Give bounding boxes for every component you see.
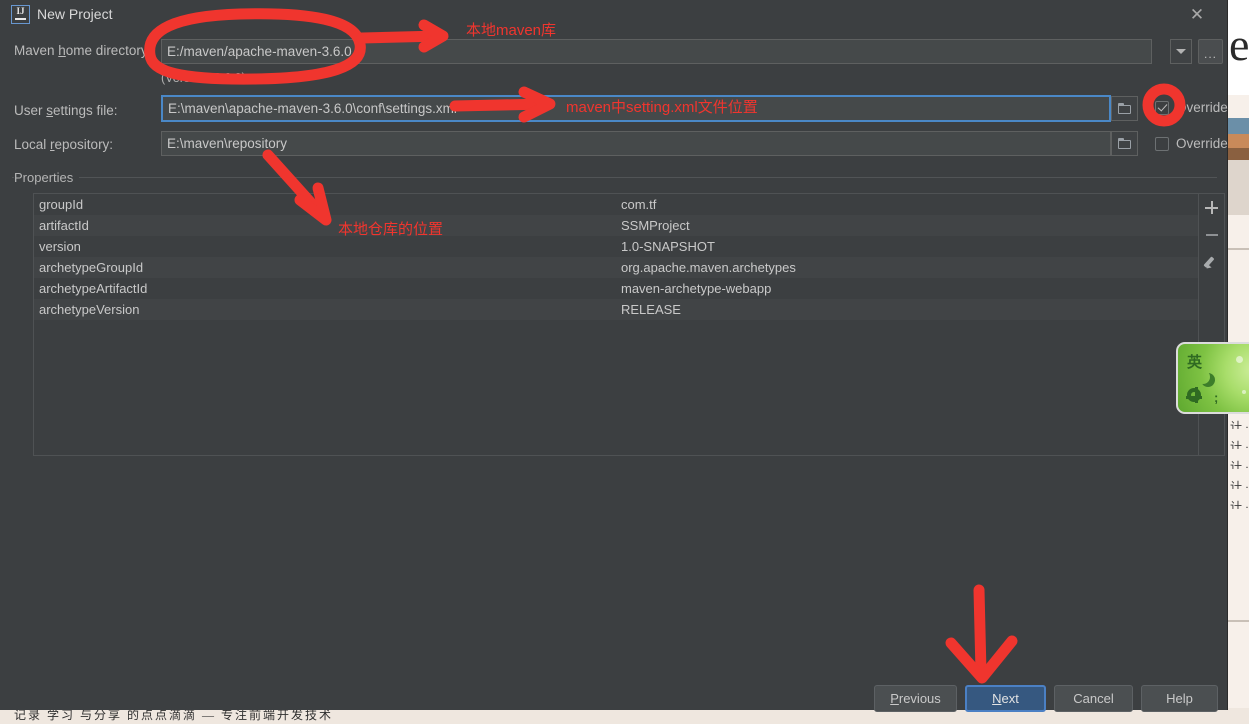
decor-droplet [1236, 356, 1243, 363]
checkbox-unchecked-icon [1155, 136, 1169, 151]
local-repository-override-checkbox[interactable]: Override [1155, 136, 1228, 151]
user-settings-label: User settings file: [14, 103, 118, 118]
properties-group-label: Properties [14, 170, 80, 185]
background-band [1228, 160, 1249, 215]
add-property-button[interactable] [1199, 194, 1224, 221]
local-repository-browse-button[interactable] [1111, 131, 1138, 156]
annotation-text-settings: maven中setting.xml文件位置 [566, 99, 758, 116]
background-letter: e [1229, 19, 1249, 70]
checkbox-checked-icon [1155, 100, 1169, 115]
maven-home-dropdown-button[interactable] [1170, 39, 1192, 64]
property-value: SSMProject [621, 218, 690, 233]
annotation-text-repository: 本地仓库的位置 [338, 221, 444, 238]
intellij-idea-icon: IJ [11, 5, 30, 24]
maven-home-input[interactable]: E:/maven/apache-maven-3.6.0 [161, 39, 1152, 64]
background-divider [1228, 248, 1249, 250]
next-button[interactable]: Next [965, 685, 1046, 712]
remove-property-button[interactable] [1199, 221, 1224, 248]
user-settings-override-checkbox[interactable]: Override [1155, 100, 1228, 115]
previous-button[interactable]: Previous [874, 685, 957, 712]
plus-icon [1205, 201, 1218, 214]
background-thumbnail [1228, 118, 1249, 160]
background-text-line: 计 · [1230, 500, 1248, 509]
local-repository-override-label: Override [1176, 136, 1228, 151]
property-key: version [39, 239, 81, 254]
dialog-title: New Project [37, 6, 113, 22]
table-row[interactable]: groupId com.tf [34, 194, 1198, 215]
property-value: RELEASE [621, 302, 681, 317]
edit-property-button[interactable] [1199, 248, 1224, 275]
property-value: maven-archetype-webapp [621, 281, 772, 296]
property-key: archetypeVersion [39, 302, 140, 317]
decor-droplet [1242, 390, 1246, 394]
annotation-text-maven-home: 本地maven库 [466, 22, 557, 39]
dialog-titlebar: IJ New Project ✕ [0, 0, 1227, 29]
background-text-line: 计 · [1230, 440, 1248, 449]
local-repository-label: Local repository: [14, 137, 114, 152]
properties-table-toolbar [1199, 193, 1225, 456]
background-divider [1228, 620, 1249, 622]
property-key: groupId [39, 197, 84, 212]
ime-semicolon-label: ; [1214, 390, 1219, 405]
table-row[interactable]: archetypeArtifactId maven-archetype-weba… [34, 278, 1198, 299]
properties-table[interactable]: groupId com.tf artifactId SSMProject ver… [33, 193, 1199, 456]
background-text-line: 计 · [1230, 460, 1248, 469]
ime-floating-widget[interactable]: 英 ; [1176, 342, 1249, 414]
user-settings-override-label: Override [1176, 100, 1228, 115]
minus-icon [1205, 233, 1218, 236]
table-row[interactable]: archetypeVersion RELEASE [34, 299, 1198, 320]
close-icon[interactable]: ✕ [1179, 0, 1215, 29]
folder-icon [1117, 103, 1132, 114]
user-settings-value: E:\maven\apache-maven-3.6.0\conf\setting… [168, 101, 457, 116]
user-settings-browse-button[interactable] [1111, 96, 1138, 121]
background-text-line: 计 · [1230, 420, 1248, 429]
cancel-button[interactable]: Cancel [1054, 685, 1133, 712]
table-row[interactable]: version 1.0-SNAPSHOT [34, 236, 1198, 257]
table-row[interactable]: archetypeGroupId org.apache.maven.archet… [34, 257, 1198, 278]
help-button[interactable]: Help [1141, 685, 1218, 712]
maven-home-value: E:/maven/apache-maven-3.6.0 [167, 44, 352, 59]
maven-version-note: (Version: 3.6.0) [161, 71, 246, 85]
property-value: org.apache.maven.archetypes [621, 260, 796, 275]
property-value: com.tf [621, 197, 657, 212]
moon-icon [1196, 370, 1210, 384]
maven-home-label: Maven home directory: [14, 43, 152, 58]
property-key: archetypeArtifactId [39, 281, 148, 296]
table-row[interactable]: artifactId SSMProject [34, 215, 1198, 236]
local-repository-value: E:\maven\repository [167, 136, 288, 151]
properties-group-divider [12, 177, 1217, 178]
local-repository-input[interactable]: E:\maven\repository [161, 131, 1111, 156]
ime-mode-label: 英 [1187, 353, 1203, 371]
background-text-line: 计 · [1230, 480, 1248, 489]
gear-icon[interactable] [1186, 387, 1202, 403]
property-key: archetypeGroupId [39, 260, 144, 275]
maven-home-browse-button[interactable]: ... [1198, 39, 1223, 64]
folder-icon [1117, 138, 1132, 149]
pencil-icon [1205, 255, 1219, 269]
chevron-down-icon [1176, 49, 1186, 54]
property-value: 1.0-SNAPSHOT [621, 239, 715, 254]
property-key: artifactId [39, 218, 89, 233]
